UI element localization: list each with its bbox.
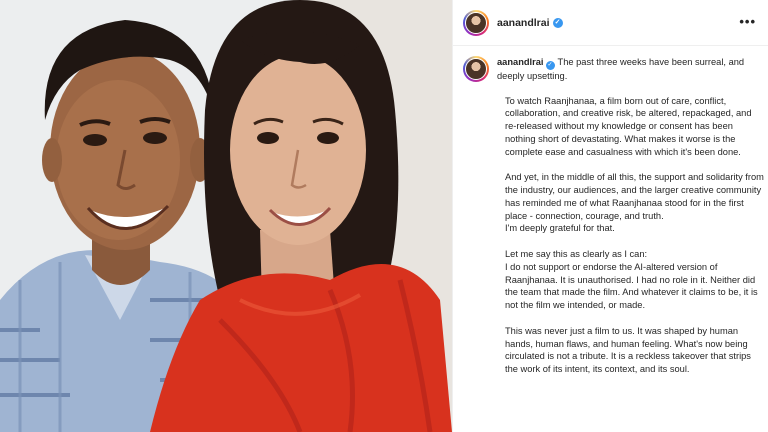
post-photo xyxy=(0,0,452,432)
username-text: aanandlrai xyxy=(497,16,550,29)
post-caption: aanandlrai ✓ The past three weeks have bee… xyxy=(453,46,768,376)
caption-paragraph: Let me say this as clearly as I can: I d… xyxy=(505,249,758,311)
verified-badge-icon: ✓ xyxy=(545,60,555,70)
caption-paragraph: To watch Raanjhanaa, a film born out of … xyxy=(505,95,752,157)
caption-username[interactable]: aanandlrai xyxy=(497,57,544,67)
post-header: aanandlrai ✓ ••• xyxy=(453,0,768,46)
caption-paragraphs: To watch Raanjhanaa, a film born out of … xyxy=(505,95,765,377)
caption-paragraph: This was never just a film to us. It was… xyxy=(505,325,751,375)
username-link[interactable]: aanandlrai ✓ xyxy=(497,17,563,29)
caption-avatar[interactable] xyxy=(463,56,489,82)
caption-first-line: aanandlrai ✓ The past three weeks have bee… xyxy=(497,56,756,83)
instagram-post-panel: aanandlrai ✓ ••• aanandlrai ✓ The past thr… xyxy=(452,0,768,432)
more-options-icon[interactable]: ••• xyxy=(739,14,756,29)
couple-selfie-image xyxy=(0,0,452,432)
profile-avatar[interactable] xyxy=(463,9,489,36)
verified-badge-icon: ✓ xyxy=(552,17,563,28)
caption-paragraph: And yet, in the middle of all this, the … xyxy=(505,172,764,234)
